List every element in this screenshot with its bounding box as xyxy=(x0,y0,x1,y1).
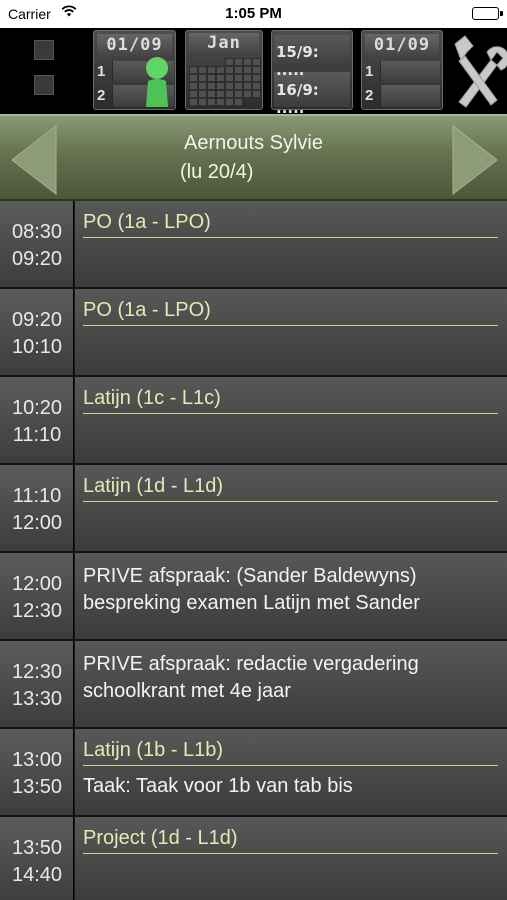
period-1-label: 1 xyxy=(97,63,106,80)
lesson-subject[interactable]: Latijn (1b - L1b) xyxy=(83,739,223,762)
next-day-arrow-icon[interactable] xyxy=(447,124,501,196)
schedule-row[interactable]: 12:30 13:30 PRIVE afspraak: redactie ver… xyxy=(0,641,507,729)
appointment-text-line-1: PRIVE afspraak: (Sander Baldewyns) xyxy=(83,565,417,587)
view-toggle-top[interactable] xyxy=(34,40,54,60)
end-time: 13:50 xyxy=(11,776,63,798)
week-period-2-label: 2 xyxy=(365,87,374,104)
status-bar: Carrier 1:05 PM xyxy=(0,0,507,28)
day-view-button[interactable]: 01/09 1 2 xyxy=(93,30,176,110)
end-time: 12:30 xyxy=(11,600,63,622)
schedule-row[interactable]: 13:50 14:40 Project (1d - L1d) xyxy=(0,817,507,900)
teacher-header: Aernouts Sylvie (lu 20/4) xyxy=(0,114,507,201)
appointment-text-line-2: bespreking examen Latijn met Sander xyxy=(83,592,420,614)
end-time: 14:40 xyxy=(11,864,63,886)
clock: 1:05 PM xyxy=(225,5,282,22)
agenda-view-button[interactable]: 15/9: ..... 16/9: ..... xyxy=(271,30,353,117)
header-date: (lu 20/4) xyxy=(180,161,254,183)
end-time: 12:00 xyxy=(11,512,63,534)
lesson-subject[interactable]: Project (1d - L1d) xyxy=(83,827,238,850)
schedule-row[interactable]: 09:20 10:10 PO (1a - LPO) xyxy=(0,289,507,377)
end-time: 11:10 xyxy=(12,424,62,446)
end-time: 10:10 xyxy=(11,336,63,358)
task-text: Taak: Taak voor 1b van tab bis xyxy=(83,775,353,797)
period-2-label: 2 xyxy=(97,87,106,104)
calendar-grid-icon xyxy=(186,31,264,111)
lesson-subject[interactable]: PO (1a - LPO) xyxy=(83,211,211,234)
agenda-line-2: 16/9: ..... xyxy=(276,81,319,117)
view-toggle-bottom[interactable] xyxy=(34,75,54,95)
end-time: 09:20 xyxy=(11,248,63,270)
person-icon xyxy=(142,55,172,109)
start-time: 13:50 xyxy=(11,837,63,859)
schedule-row[interactable]: 12:00 12:30 PRIVE afspraak: (Sander Bald… xyxy=(0,553,507,641)
start-time: 12:00 xyxy=(11,573,63,595)
lesson-subject[interactable]: Latijn (1c - L1c) xyxy=(83,387,221,410)
start-time: 08:30 xyxy=(11,221,63,243)
lesson-subject[interactable]: Latijn (1d - L1d) xyxy=(83,475,223,498)
appointment-text-line-2: schoolkrant met 4e jaar xyxy=(83,680,291,702)
toolbar: 01/09 1 2 Jan 15/9: ..... 16/9: ..... 01… xyxy=(0,28,507,117)
week-view-button[interactable]: 01/09 1 2 xyxy=(361,30,443,110)
start-time: 10:20 xyxy=(11,397,63,419)
schedule-row[interactable]: 10:20 11:10 Latijn (1c - L1c) xyxy=(0,377,507,465)
week-view-date: 01/09 xyxy=(365,34,439,56)
schedule-row[interactable]: 08:30 09:20 PO (1a - LPO) xyxy=(0,201,507,289)
week-period-1-label: 1 xyxy=(365,63,374,80)
schedule-row[interactable]: 13:00 13:50 Latijn (1b - L1b) Taak: Taak… xyxy=(0,729,507,817)
month-view-button[interactable]: Jan xyxy=(185,30,263,110)
schedule-row[interactable]: 11:10 12:00 Latijn (1d - L1d) xyxy=(0,465,507,553)
start-time: 09:20 xyxy=(11,309,63,331)
end-time: 13:30 xyxy=(11,688,63,710)
start-time: 12:30 xyxy=(11,661,63,683)
appointment-text-line-1: PRIVE afspraak: redactie vergadering xyxy=(83,653,419,675)
settings-tools-icon[interactable] xyxy=(451,30,507,110)
battery-icon xyxy=(472,7,503,20)
start-time: 13:00 xyxy=(11,749,63,771)
start-time: 11:10 xyxy=(12,485,62,507)
agenda-line-1: 15/9: ..... xyxy=(276,43,319,79)
lesson-subject[interactable]: PO (1a - LPO) xyxy=(83,299,211,322)
teacher-name: Aernouts Sylvie xyxy=(184,132,323,154)
day-view-date: 01/09 xyxy=(97,34,172,56)
